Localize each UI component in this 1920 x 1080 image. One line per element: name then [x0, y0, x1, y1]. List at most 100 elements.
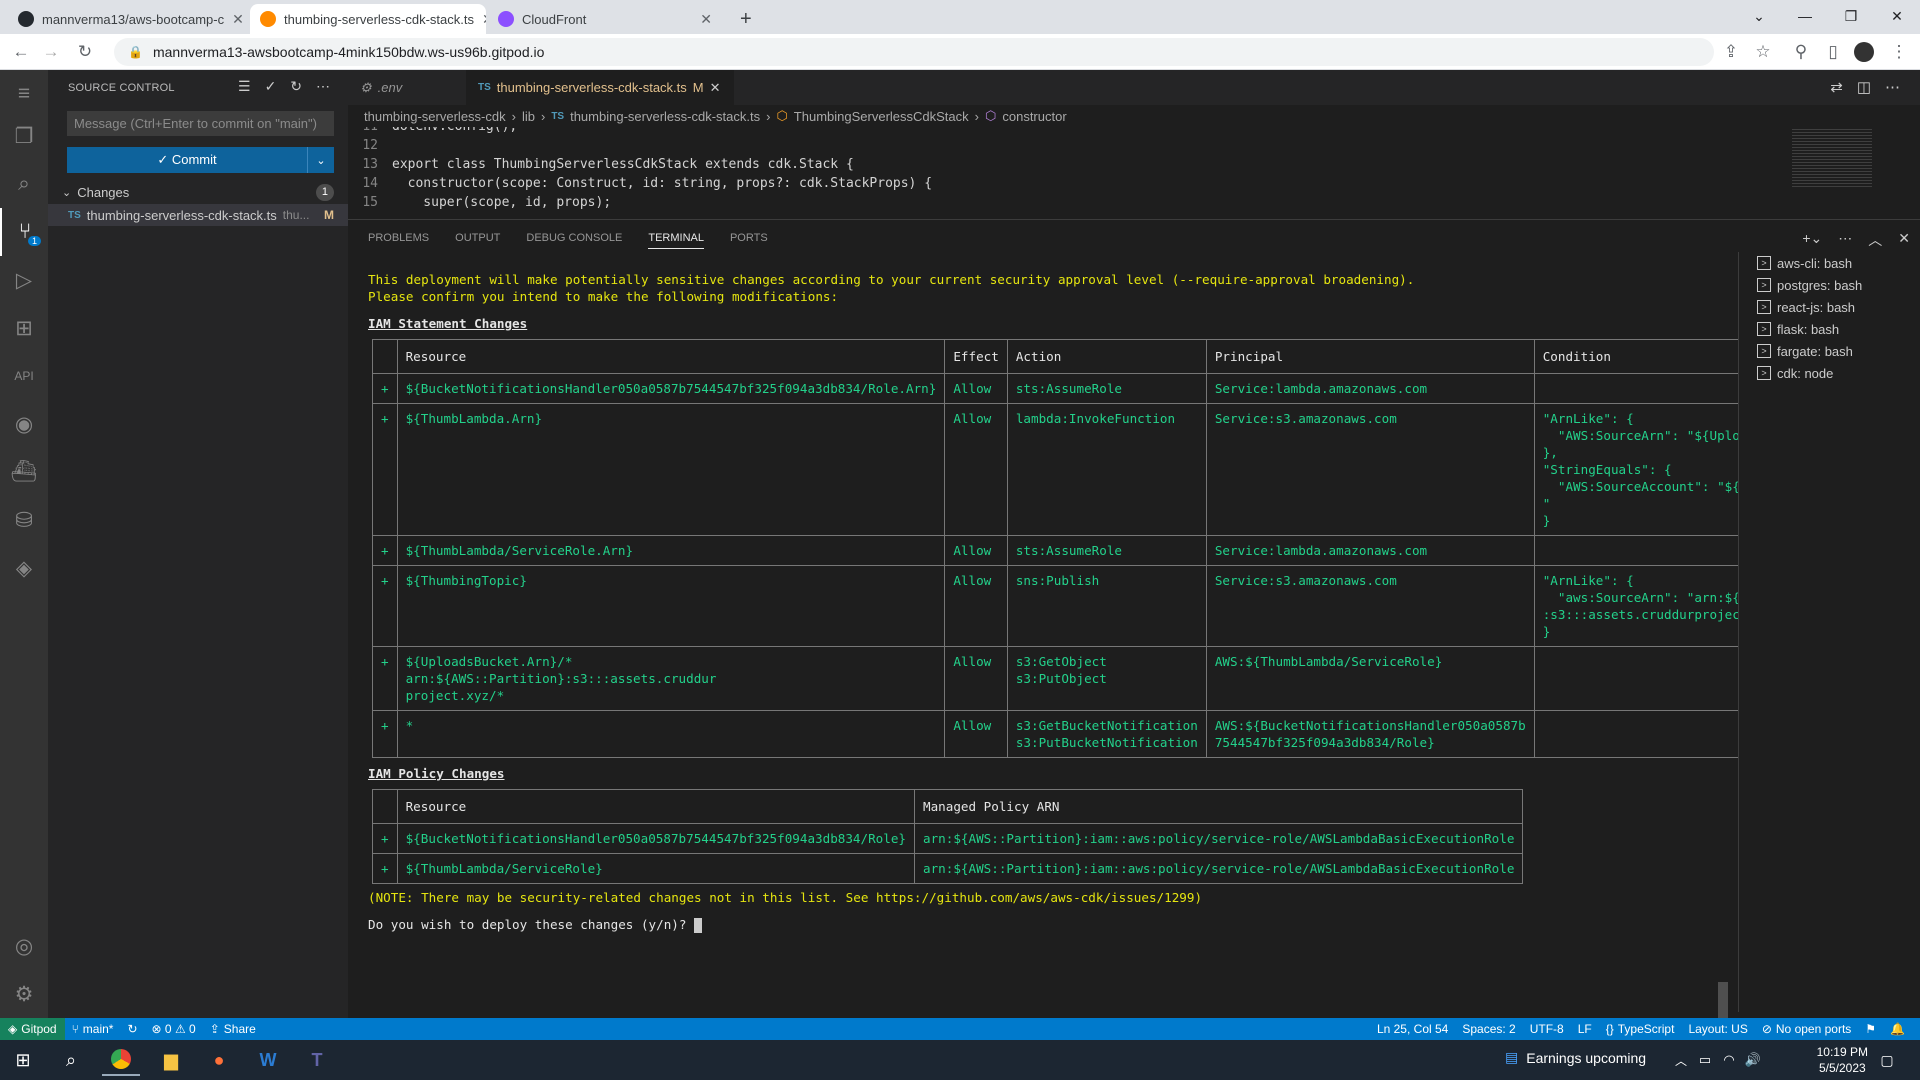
terminal-item-cdk[interactable]: > cdk: node [1757, 362, 1918, 384]
breadcrumb-item[interactable]: ThumbingServerlessCdkStack [794, 109, 969, 124]
open-changes-icon[interactable]: ⇄ [1830, 78, 1843, 96]
chevron-down-icon[interactable]: ⌄ [307, 147, 334, 173]
breadcrumb-item[interactable]: thumbing-serverless-cdk-stack.ts [570, 109, 760, 124]
side-panel-icon[interactable]: ▯ [1822, 42, 1844, 62]
tab-search-icon[interactable]: ⌄ [1736, 0, 1782, 32]
tab-debug-console[interactable]: DEBUG CONSOLE [526, 232, 622, 244]
show-hidden-icons[interactable]: ︿ [1670, 1044, 1692, 1076]
more-actions-icon[interactable]: ⋯ [1838, 230, 1852, 250]
indentation[interactable]: Spaces: 2 [1455, 1022, 1522, 1036]
close-tab-icon[interactable]: ✕ [482, 11, 486, 28]
wifi-icon[interactable]: ◠ [1718, 1044, 1740, 1076]
terminal-output[interactable]: This deployment will make potentially se… [368, 264, 1738, 1014]
bookmark-star-icon[interactable]: ☆ [1752, 42, 1774, 62]
changed-file-item[interactable]: TS thumbing-serverless-cdk-stack.ts thu.… [48, 204, 348, 226]
run-debug-icon[interactable]: ▷ [0, 256, 48, 304]
browser-tab-cloudfront[interactable]: CloudFront ✕ [488, 4, 722, 34]
gear-icon[interactable]: ⚙ [0, 970, 48, 1018]
feedback-icon[interactable]: ⚑ [1858, 1022, 1883, 1036]
tab-ports[interactable]: PORTS [730, 232, 768, 244]
firefox-icon[interactable]: ● [200, 1044, 238, 1076]
terminal-item-react-js[interactable]: > react-js: bash [1757, 296, 1918, 318]
share-icon[interactable]: ⇪ [1720, 42, 1742, 62]
tab-output[interactable]: OUTPUT [455, 232, 500, 244]
file-explorer-icon[interactable]: ▆ [152, 1044, 190, 1076]
end-of-line[interactable]: LF [1571, 1022, 1599, 1036]
new-terminal-icon[interactable]: +⌄ [1802, 230, 1822, 250]
browser-tab-github[interactable]: mannverma13/aws-bootcamp-c ✕ [8, 4, 248, 34]
encoding[interactable]: UTF-8 [1523, 1022, 1571, 1036]
notifications-bell-icon[interactable]: 🔔 [1883, 1022, 1912, 1036]
layers-icon[interactable]: ◈ [0, 544, 48, 592]
keyboard-layout[interactable]: Layout: US [1681, 1022, 1754, 1036]
profile-avatar[interactable] [1854, 42, 1874, 62]
view-as-list-icon[interactable]: ☰ [238, 78, 251, 95]
url-bar[interactable]: 🔒 mannverma13-awsbootcamp-4mink150bdw.ws… [114, 38, 1714, 66]
tab-stack-file[interactable]: TS thumbing-serverless-cdk-stack.ts M ✕ [466, 70, 734, 105]
extensions-icon[interactable]: ⊞ [0, 304, 48, 352]
cursor-position[interactable]: Ln 25, Col 54 [1370, 1022, 1455, 1036]
github-icon[interactable]: ◉ [0, 400, 48, 448]
breadcrumb-item[interactable]: lib [522, 109, 535, 124]
tab-terminal[interactable]: TERMINAL [648, 232, 704, 249]
notification-center-icon[interactable]: ▢ [1868, 1044, 1906, 1076]
news-widget[interactable]: ▤ Earnings upcoming [1505, 1049, 1646, 1066]
close-tab-icon[interactable]: ✕ [232, 11, 244, 28]
restore-button[interactable]: ❐ [1828, 0, 1874, 32]
remote-indicator[interactable]: ◈ Gitpod [0, 1018, 65, 1040]
chrome-menu-icon[interactable]: ⋮ [1888, 42, 1910, 62]
language-mode[interactable]: {} TypeScript [1599, 1022, 1682, 1036]
close-window-button[interactable]: ✕ [1874, 0, 1920, 32]
maximize-panel-icon[interactable]: ︿ [1868, 230, 1882, 250]
chrome-taskbar-icon[interactable] [102, 1044, 140, 1076]
back-icon[interactable]: ← [10, 42, 32, 62]
forward-icon[interactable]: → [40, 42, 62, 62]
terminal-scrollbar[interactable] [1718, 982, 1728, 1018]
terminal-item-postgres[interactable]: > postgres: bash [1757, 274, 1918, 296]
teams-icon[interactable]: T [298, 1044, 336, 1076]
more-actions-icon[interactable]: ⋯ [1885, 78, 1900, 96]
battery-icon[interactable]: ▭ [1694, 1044, 1716, 1076]
search-icon[interactable]: ⌕ [0, 160, 48, 208]
close-panel-icon[interactable]: ✕ [1898, 230, 1910, 250]
docker-icon[interactable]: ⛴ [0, 448, 48, 496]
close-icon[interactable]: ✕ [710, 80, 721, 96]
ports-indicator[interactable]: ⊘ No open ports [1755, 1022, 1858, 1036]
sync-icon[interactable]: ↻ [120, 1022, 144, 1036]
changes-group[interactable]: ⌄ Changes 1 [58, 182, 348, 202]
tab-problems[interactable]: PROBLEMS [368, 232, 429, 244]
windows-start-icon[interactable]: ⊞ [4, 1044, 42, 1076]
reload-icon[interactable]: ↻ [74, 42, 96, 62]
api-icon[interactable]: API [0, 352, 48, 400]
tab-env[interactable]: ⚙ .env [348, 70, 466, 105]
minimize-button[interactable]: — [1782, 0, 1828, 32]
menu-icon[interactable]: ≡ [0, 70, 48, 118]
breadcrumb-item[interactable]: constructor [1002, 109, 1066, 124]
breadcrumb-item[interactable]: thumbing-serverless-cdk [364, 109, 506, 124]
split-editor-icon[interactable]: ◫ [1857, 78, 1871, 96]
commit-button[interactable]: ✓ Commit ⌄ [67, 147, 334, 173]
volume-icon[interactable]: 🔊 [1742, 1044, 1764, 1076]
search-icon[interactable]: ⌕ [52, 1044, 90, 1076]
code-editor[interactable]: 11dotenv.config(); 12 13 export class Thu… [348, 127, 1788, 219]
source-control-icon[interactable]: ⑂ 1 [0, 208, 48, 256]
more-actions-icon[interactable]: ⋯ [316, 78, 330, 95]
close-tab-icon[interactable]: ✕ [700, 11, 712, 28]
account-icon[interactable]: ◎ [0, 922, 48, 970]
problems-indicator[interactable]: ⊗ 0 ⚠ 0 [145, 1022, 203, 1036]
refresh-icon[interactable]: ↻ [290, 78, 302, 95]
explorer-icon[interactable]: ❐ [0, 112, 48, 160]
minimap[interactable] [1788, 127, 1898, 219]
clock[interactable]: 10:19 PM 5/5/2023 [1817, 1044, 1868, 1076]
commit-message-input[interactable]: Message (Ctrl+Enter to commit on "main") [67, 111, 334, 136]
terminal-item-fargate[interactable]: > fargate: bash [1757, 340, 1918, 362]
extensions-icon[interactable]: ⚲ [1790, 42, 1812, 62]
terminal-item-flask[interactable]: > flask: bash [1757, 318, 1918, 340]
database-icon[interactable]: ⛁ [0, 496, 48, 544]
browser-tab-gitpod[interactable]: thumbing-serverless-cdk-stack.ts ✕ [250, 4, 486, 34]
branch-indicator[interactable]: ⑂ main* [65, 1022, 121, 1036]
share-indicator[interactable]: ⇪ Share [203, 1022, 263, 1036]
new-tab-button[interactable]: + [730, 4, 766, 34]
terminal-item-aws-cli[interactable]: > aws-cli: bash [1757, 252, 1918, 274]
word-icon[interactable]: W [249, 1044, 287, 1076]
